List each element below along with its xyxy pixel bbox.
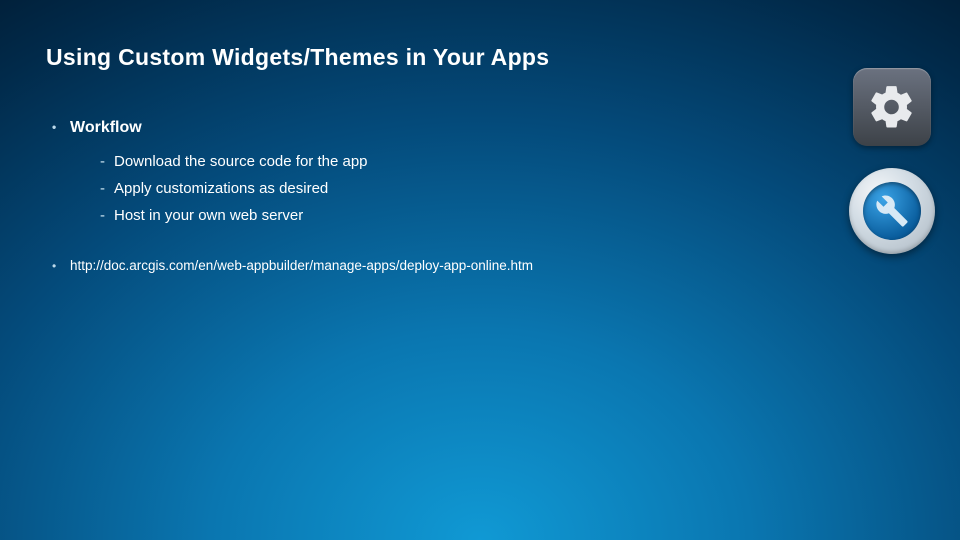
slide-title: Using Custom Widgets/Themes in Your Apps	[46, 44, 914, 71]
gear-svg	[867, 82, 917, 132]
wrench-inner	[863, 182, 921, 240]
bullet-workflow: Workflow Download the source code for th…	[70, 119, 914, 224]
workflow-item: Host in your own web server	[100, 207, 914, 224]
wrench-svg	[875, 194, 909, 228]
bullet-link: http://doc.arcgis.com/en/web-appbuilder/…	[70, 258, 914, 273]
bullet-list: Workflow Download the source code for th…	[46, 119, 914, 273]
workflow-item: Apply customizations as desired	[100, 180, 914, 197]
workflow-heading: Workflow	[70, 119, 142, 136]
gear-icon	[853, 68, 931, 146]
workflow-item: Download the source code for the app	[100, 153, 914, 170]
icon-column	[846, 68, 938, 254]
slide: Using Custom Widgets/Themes in Your Apps…	[0, 0, 960, 317]
workflow-sublist: Download the source code for the app App…	[100, 153, 914, 224]
wrench-icon	[849, 168, 935, 254]
